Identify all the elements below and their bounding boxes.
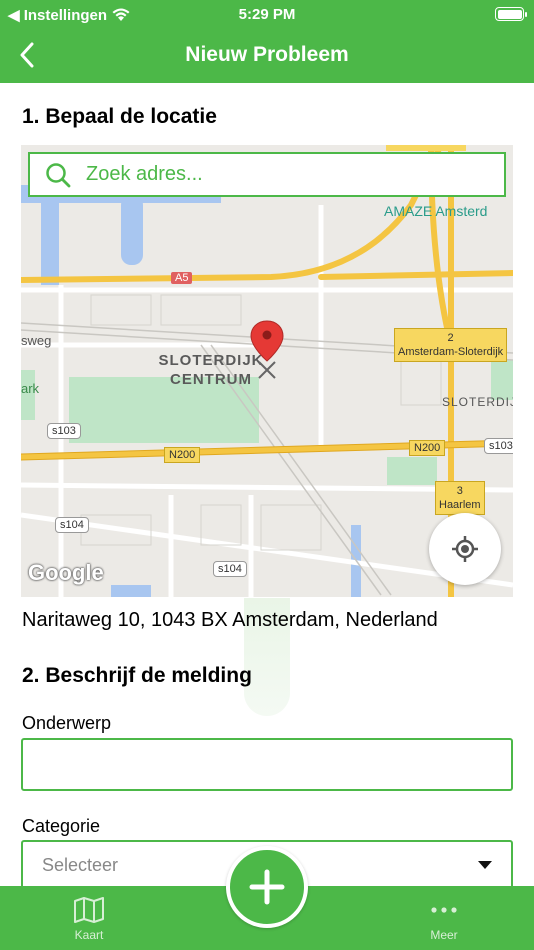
map-view[interactable]: AMAZE Amsterd A5 2 Amsterdam-Sloterdijk …	[21, 145, 513, 597]
tab-kaart-label: Kaart	[74, 928, 104, 942]
exit-sign-3: 3 Haarlem	[435, 481, 485, 515]
map-area-label: SLOTERDIJ	[442, 395, 513, 409]
navigation-bar: Nieuw Probleem	[0, 28, 534, 83]
exit-name: Amsterdam-Sloterdijk	[398, 346, 504, 358]
status-time: 5:29 PM	[238, 6, 296, 23]
exit-sign-2: 2 Amsterdam-Sloterdijk	[394, 328, 508, 362]
battery-icon	[495, 7, 527, 21]
road-shield-s103: s103	[47, 423, 81, 439]
subject-input[interactable]	[23, 740, 511, 789]
subject-label: Onderwerp	[22, 713, 112, 733]
dropdown-caret-icon	[478, 861, 492, 869]
subject-field[interactable]	[21, 738, 513, 791]
road-tag-n200: N200	[409, 440, 446, 456]
selected-address: Naritaweg 10, 1043 BX Amsterdam, Nederla…	[22, 609, 438, 631]
road-shield-s103: s103	[484, 438, 513, 454]
highway-shield-a5: A5	[171, 272, 193, 284]
map-icon	[74, 897, 104, 923]
search-icon	[30, 154, 86, 195]
exit-name: Haarlem	[439, 499, 481, 511]
section-title-description: 2. Beschrijf de melding	[22, 664, 252, 687]
road-shield-s104: s104	[213, 561, 247, 577]
map-area-label: sweg	[21, 333, 52, 348]
app-header: ◀ Instellingen 5:29 PM Nieuw Probleem	[0, 0, 534, 83]
section-title-location: 1. Bepaal de locatie	[22, 105, 217, 128]
map-poi-label: AMAZE Amsterd	[384, 203, 488, 219]
exit-number: 2	[447, 332, 454, 344]
tab-meer-label: Meer	[430, 928, 458, 942]
status-bar: ◀ Instellingen 5:29 PM	[0, 0, 534, 28]
category-label: Categorie	[22, 816, 101, 836]
road-tag-n200: N200	[164, 447, 201, 463]
address-search-input[interactable]	[86, 154, 504, 195]
tab-meer[interactable]: Meer	[394, 886, 494, 950]
crosshair-icon	[452, 536, 478, 562]
more-dots-icon	[431, 907, 457, 913]
page-title: Nieuw Probleem	[185, 43, 349, 66]
address-search-box[interactable]	[28, 152, 506, 197]
map-area-label: ark	[21, 381, 40, 396]
add-report-button[interactable]	[226, 846, 308, 928]
google-attribution: Google	[28, 560, 104, 585]
road-shield-s104: s104	[55, 517, 89, 533]
exit-number: 3	[456, 485, 463, 497]
location-pin-icon	[250, 320, 284, 379]
my-location-button[interactable]	[429, 513, 501, 585]
tab-kaart[interactable]: Kaart	[39, 886, 139, 950]
plus-icon	[249, 869, 285, 905]
